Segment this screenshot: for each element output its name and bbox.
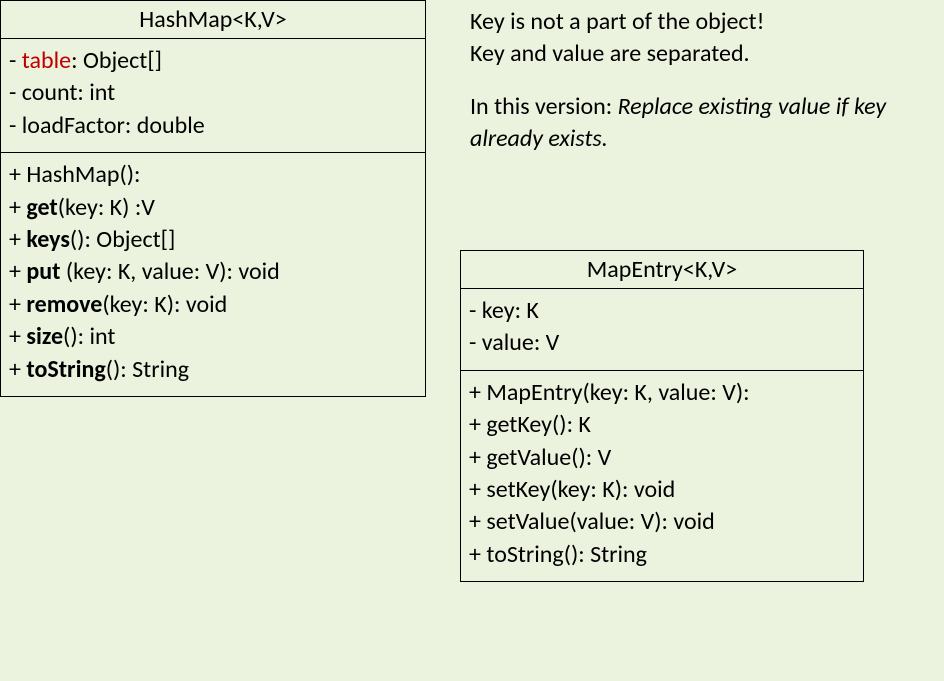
op-name: getKey [486, 410, 552, 439]
op-name: size [26, 322, 63, 351]
attr-vis: - [9, 78, 22, 107]
note-paragraph: In this version: Replace existing value … [470, 91, 920, 156]
op-sig: (key: K) :V [58, 193, 155, 222]
op-name: remove [26, 290, 102, 319]
op-sig: (): String [564, 540, 647, 569]
op-vis: + [9, 160, 26, 189]
uml-attr: - table: Object[] [9, 45, 417, 77]
attr-name: table [22, 46, 71, 75]
uml-op: + toString(): String [9, 354, 417, 386]
uml-op: + setKey(key: K): void [469, 474, 855, 506]
uml-attr: - count: int [9, 77, 417, 109]
op-sig: (): K [552, 410, 591, 439]
op-sig: (): [119, 160, 140, 189]
op-name: put [26, 257, 66, 286]
op-vis: + [9, 290, 26, 319]
op-name: HashMap [26, 160, 119, 189]
attr-type: : int [77, 78, 115, 107]
uml-attr: - value: V [469, 327, 855, 359]
attr-type: : Object[] [71, 46, 162, 75]
op-sig: (): V [571, 443, 611, 472]
uml-op: + put (key: K, value: V): void [9, 256, 417, 288]
uml-op: + HashMap(): [9, 159, 417, 191]
attr-vis: - [469, 296, 482, 325]
op-vis: + [9, 225, 26, 254]
op-name: toString [26, 355, 105, 384]
uml-op: + get(key: K) :V [9, 192, 417, 224]
uml-title-hashmap: HashMap<K,V> [1, 1, 425, 39]
uml-attr: - loadFactor: double [9, 110, 417, 142]
attr-name: key [482, 296, 515, 325]
op-sig: (): Object[] [70, 225, 176, 254]
attr-vis: - [9, 46, 22, 75]
uml-op: + MapEntry(key: K, value: V): [469, 377, 855, 409]
note-line: In this version: [470, 92, 618, 121]
op-sig: (): String [106, 355, 189, 384]
uml-attributes-mapentry: - key: K - value: V [461, 289, 863, 370]
attr-name: loadFactor [22, 111, 125, 140]
op-name: getValue [486, 443, 571, 472]
op-name: setValue [486, 507, 569, 536]
op-vis: + [469, 378, 486, 407]
note-line: Key is not a part of the object! [470, 7, 764, 36]
notes-block: Key is not a part of the object! Key and… [470, 6, 920, 176]
op-vis: + [469, 507, 486, 536]
attr-vis: - [9, 111, 22, 140]
op-vis: + [469, 410, 486, 439]
op-vis: + [9, 322, 26, 351]
uml-op: + getValue(): V [469, 442, 855, 474]
op-vis: + [9, 355, 26, 384]
uml-operations-mapentry: + MapEntry(key: K, value: V): + getKey()… [461, 370, 863, 581]
uml-operations-hashmap: + HashMap(): + get(key: K) :V + keys(): … [1, 152, 425, 396]
op-sig: (key: K): void [102, 290, 227, 319]
uml-class-mapentry: MapEntry<K,V> - key: K - value: V + MapE… [460, 250, 864, 582]
op-name: toString [486, 540, 563, 569]
uml-class-hashmap: HashMap<K,V> - table: Object[] - count: … [0, 0, 426, 397]
uml-op: + setValue(value: V): void [469, 506, 855, 538]
op-sig: (): int [63, 322, 115, 351]
op-name: get [26, 193, 57, 222]
uml-op: + remove(key: K): void [9, 289, 417, 321]
attr-type: : double [125, 111, 205, 140]
uml-op: + size(): int [9, 321, 417, 353]
uml-attributes-hashmap: - table: Object[] - count: int - loadFac… [1, 39, 425, 152]
op-vis: + [469, 475, 486, 504]
attr-type: : V [534, 328, 559, 357]
uml-op: + toString(): String [469, 539, 855, 571]
op-sig: (key: K, value: V): void [66, 257, 280, 286]
op-sig: (key: K): void [550, 475, 675, 504]
uml-op: + keys(): Object[] [9, 224, 417, 256]
op-sig: (key: K, value: V): [583, 378, 750, 407]
op-vis: + [469, 443, 486, 472]
op-vis: + [9, 257, 26, 286]
attr-name: count [22, 78, 78, 107]
op-sig: (value: V): void [569, 507, 714, 536]
attr-name: value [482, 328, 534, 357]
note-line: Key and value are separated. [470, 39, 750, 68]
op-name: setKey [486, 475, 550, 504]
op-vis: + [9, 193, 26, 222]
note-paragraph: Key is not a part of the object! Key and… [470, 6, 920, 71]
op-name: MapEntry [486, 378, 582, 407]
op-name: keys [26, 225, 70, 254]
uml-op: + getKey(): K [469, 409, 855, 441]
attr-type: : K [515, 296, 539, 325]
op-vis: + [469, 540, 486, 569]
attr-vis: - [469, 328, 482, 357]
uml-attr: - key: K [469, 295, 855, 327]
uml-title-mapentry: MapEntry<K,V> [461, 251, 863, 289]
